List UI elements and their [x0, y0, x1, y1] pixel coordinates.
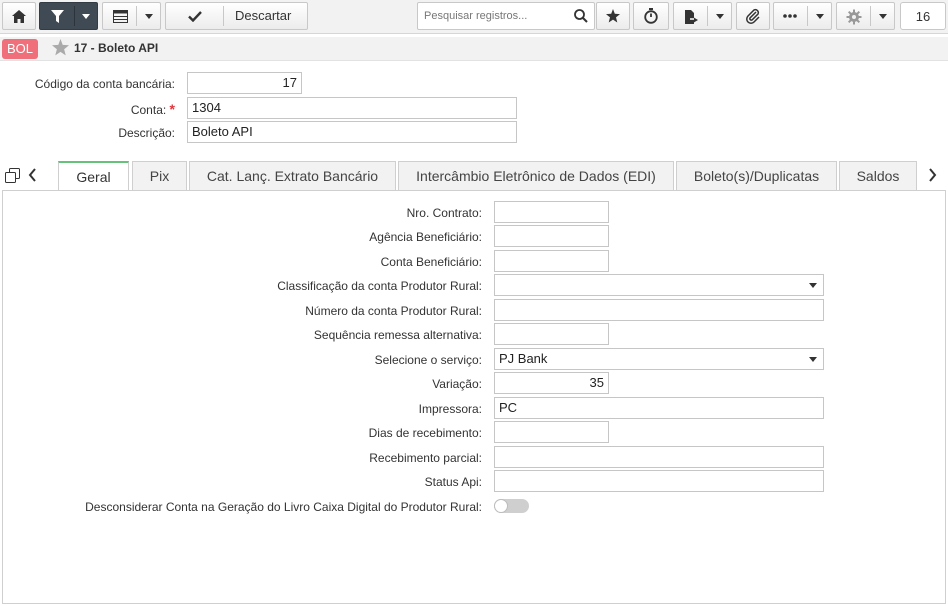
tabs-scroll-left[interactable]	[28, 168, 38, 182]
search-icon[interactable]	[574, 9, 588, 23]
timer-button[interactable]	[633, 2, 669, 30]
nro-contrato-field[interactable]	[494, 201, 609, 223]
filter-dropdown-icon[interactable]	[82, 14, 90, 19]
classificacao-select[interactable]	[494, 274, 824, 296]
grid-icon	[113, 10, 128, 23]
settings-dropdown-icon[interactable]	[879, 14, 887, 19]
search-input[interactable]	[422, 7, 570, 25]
more-icon	[783, 14, 797, 18]
toggle-knob	[494, 499, 508, 513]
copy-icon	[5, 168, 20, 183]
descricao-field[interactable]: Boleto API	[187, 121, 517, 143]
home-icon	[12, 9, 26, 23]
required-marker: *	[169, 101, 175, 117]
chevron-left-icon	[28, 168, 36, 182]
gear-icon	[846, 9, 862, 25]
stopwatch-icon	[644, 8, 658, 24]
report-dropdown-icon[interactable]	[716, 14, 724, 19]
status-api-label: Status Api:	[424, 475, 482, 489]
dias-recebimento-field[interactable]	[494, 421, 609, 443]
codigo-label: Código da conta bancária:	[34, 77, 175, 91]
star-icon	[606, 9, 620, 23]
attachment-button[interactable]	[736, 2, 770, 30]
toolbar: Descartar 16	[0, 0, 948, 34]
impressora-field[interactable]: PC	[494, 397, 824, 419]
conta-field[interactable]: 1304	[187, 97, 517, 119]
sequencia-label: Sequência remessa alternativa:	[313, 328, 482, 342]
title-bar: BOL 17 - Boleto API	[0, 37, 948, 61]
tabs-scroll-right[interactable]	[927, 168, 937, 182]
variacao-label: Variação:	[432, 377, 482, 391]
recebimento-parcial-label: Recebimento parcial:	[369, 451, 482, 465]
grid-dropdown-icon[interactable]	[145, 14, 153, 19]
paperclip-icon	[746, 8, 760, 24]
more-dropdown-icon[interactable]	[816, 14, 824, 19]
report-icon	[685, 10, 698, 24]
conta-label: Conta: *	[0, 101, 175, 117]
grid-view-button[interactable]	[102, 2, 161, 30]
favorite-button[interactable]	[596, 2, 630, 30]
save-discard-group: Descartar	[165, 2, 308, 30]
more-button[interactable]	[773, 2, 832, 30]
filter-icon	[51, 10, 64, 23]
numero-conta-rural-field[interactable]	[494, 299, 824, 321]
numero-conta-rural-label: Número da conta Produtor Rural:	[305, 304, 482, 318]
search-box	[417, 2, 595, 30]
tab-edi[interactable]: Intercâmbio Eletrônico de Dados (EDI)	[398, 161, 674, 190]
conta-beneficiario-label: Conta Beneficiário:	[380, 255, 482, 269]
tab-saldos[interactable]: Saldos	[839, 161, 917, 190]
servico-select[interactable]: PJ Bank	[494, 348, 824, 370]
chevron-down-icon	[809, 283, 817, 288]
conta-beneficiario-field[interactable]	[494, 250, 609, 272]
recebimento-parcial-field[interactable]	[494, 446, 824, 468]
settings-button[interactable]	[836, 2, 895, 30]
servico-label: Selecione o serviço:	[374, 353, 482, 367]
desconsiderar-label: Desconsiderar Conta na Geração do Livro …	[85, 500, 482, 514]
impressora-label: Impressora:	[418, 402, 482, 416]
codigo-field[interactable]: 17	[187, 72, 302, 94]
classificacao-label: Classificação da conta Produtor Rural:	[277, 279, 482, 293]
record-counter[interactable]: 16	[900, 2, 946, 30]
page-title: 17 - Boleto API	[74, 41, 159, 55]
descricao-label: Descrição:	[118, 126, 175, 140]
agencia-label: Agência Beneficiário:	[369, 230, 482, 244]
discard-button[interactable]: Descartar	[235, 8, 291, 23]
check-icon[interactable]	[188, 11, 202, 22]
home-button[interactable]	[2, 2, 36, 30]
servico-value: PJ Bank	[499, 351, 548, 366]
report-button[interactable]	[673, 2, 732, 30]
copy-button[interactable]	[5, 168, 20, 183]
status-badge: BOL	[2, 39, 39, 59]
chevron-right-icon	[929, 168, 937, 182]
agencia-field[interactable]	[494, 225, 609, 247]
variacao-field[interactable]: 35	[494, 372, 609, 394]
star-icon[interactable]	[52, 39, 69, 56]
chevron-down-icon	[809, 357, 817, 362]
conta-label-text: Conta:	[130, 103, 167, 117]
tab-pix[interactable]: Pix	[132, 161, 187, 190]
nro-contrato-label: Nro. Contrato:	[406, 206, 482, 220]
tab-cat-lanc-extrato[interactable]: Cat. Lanç. Extrato Bancário	[189, 161, 396, 190]
filter-button[interactable]	[39, 2, 98, 30]
tab-boletos-duplicatas[interactable]: Boleto(s)/Duplicatas	[676, 161, 837, 190]
desconsiderar-toggle[interactable]	[494, 499, 529, 513]
dias-recebimento-label: Dias de recebimento:	[368, 426, 482, 440]
status-api-field[interactable]	[494, 470, 824, 492]
tab-geral[interactable]: Geral	[58, 161, 129, 191]
sequencia-field[interactable]	[494, 323, 609, 345]
